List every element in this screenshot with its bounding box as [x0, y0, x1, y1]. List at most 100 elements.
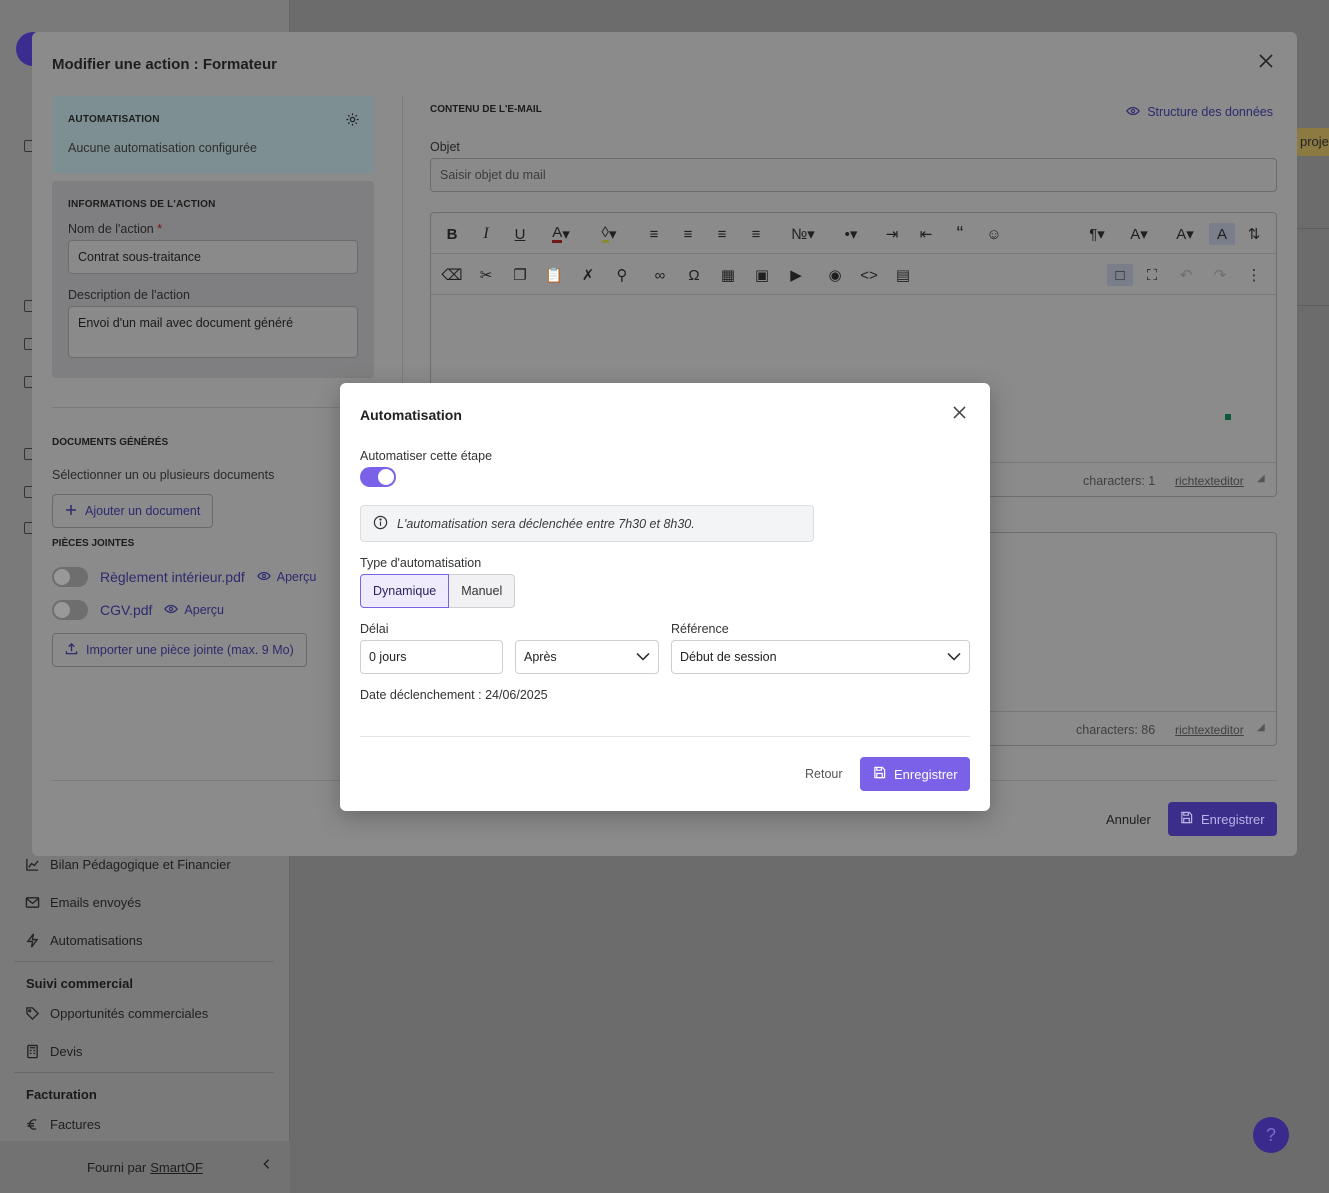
cancel-button[interactable]: Annuler — [1106, 812, 1151, 827]
line-height-icon[interactable]: ⇅ — [1243, 223, 1265, 245]
back-button[interactable]: Retour — [805, 767, 843, 781]
chevron-down-icon — [636, 650, 650, 664]
fullscreen-icon[interactable]: ⛶ — [1141, 264, 1163, 286]
code-icon[interactable]: <> — [858, 264, 880, 286]
sidebar-item-label: Automatisations — [50, 932, 143, 948]
emoji-icon[interactable]: ☺ — [983, 223, 1005, 245]
align-center-icon[interactable]: ≡ — [677, 223, 699, 245]
mail-icon — [24, 894, 40, 910]
attachment-toggle[interactable] — [52, 567, 88, 587]
editor-brand-link[interactable]: richtexteditor — [1175, 474, 1244, 488]
video-icon[interactable]: ▶ — [785, 264, 807, 286]
automate-toggle[interactable] — [360, 467, 396, 487]
align-right-icon[interactable]: ≡ — [711, 223, 733, 245]
ai-text-icon[interactable]: A — [1209, 223, 1235, 245]
add-document-button[interactable]: Ajouter un document — [52, 494, 214, 528]
bold-icon[interactable]: B — [441, 223, 463, 245]
bullet-list-icon[interactable]: •▾ — [833, 223, 869, 245]
brand-link[interactable]: SmartOF — [150, 1160, 203, 1175]
redo-icon[interactable]: ↷ — [1209, 264, 1231, 286]
paste-icon[interactable]: 📋 — [543, 264, 565, 286]
delay-input[interactable]: 0 jours — [360, 640, 503, 674]
subject-input[interactable]: Saisir objet du mail — [430, 158, 1277, 192]
editor-toolbar: ⌫ ✂ ❐ 📋 ✗ ⚲ ∞ Ω ▦ ▣ ▶ ◉ <> ▤ □ ⛶ ↶ ↷ ⋮ — [431, 254, 1276, 295]
automation-status: Aucune automatisation configurée — [68, 141, 258, 155]
preview-link[interactable]: Aperçu — [164, 603, 224, 617]
select-all-icon[interactable]: ▤ — [892, 264, 914, 286]
attachment-name[interactable]: CGV.pdf — [100, 602, 152, 618]
divider — [14, 1072, 274, 1073]
font-size-icon[interactable]: A▾ — [1121, 223, 1157, 245]
more-icon[interactable]: ⋮ — [1243, 264, 1265, 286]
sidebar-footer: Fourni par SmartOF — [0, 1141, 290, 1193]
resize-handle-icon[interactable]: ◢ — [1257, 473, 1265, 484]
sidebar-item-label: Factures — [50, 1116, 101, 1132]
italic-icon[interactable]: I — [475, 223, 497, 245]
sidebar-item-invoices[interactable]: Factures — [24, 1116, 101, 1132]
align-justify-icon[interactable]: ≡ — [745, 223, 767, 245]
automation-panel: AUTOMATISATION Aucune automatisation con… — [52, 96, 374, 173]
block-select-icon[interactable]: □ — [1107, 264, 1133, 286]
cut-icon[interactable]: ✂ — [475, 264, 497, 286]
tag-icon — [24, 1005, 40, 1021]
type-option-manual[interactable]: Manuel — [449, 574, 516, 608]
image-icon[interactable]: ▣ — [751, 264, 773, 286]
search-icon[interactable]: ⚲ — [611, 264, 633, 286]
preview-icon[interactable]: ◉ — [824, 264, 846, 286]
save-icon — [873, 766, 886, 782]
documents-heading: DOCUMENTS GÉNÉRÉS — [52, 437, 169, 448]
indent-icon[interactable]: ⇥ — [881, 223, 903, 245]
close-icon[interactable] — [1259, 54, 1273, 71]
font-color-icon[interactable]: A ▾ — [543, 223, 579, 245]
sidebar-item-bpf[interactable]: Bilan Pédagogique et Financier — [24, 856, 231, 872]
type-option-dynamic[interactable]: Dynamique — [360, 574, 450, 608]
trigger-date: Date déclenchement : 24/06/2025 — [360, 688, 548, 702]
eye-icon — [1126, 105, 1141, 119]
resize-handle-icon[interactable]: ◢ — [1257, 722, 1265, 733]
data-structure-link[interactable]: Structure des données — [1126, 105, 1273, 119]
editor-brand-link[interactable]: richtexteditor — [1175, 723, 1244, 737]
close-icon[interactable] — [953, 406, 966, 422]
special-char-icon[interactable]: Ω — [683, 264, 705, 286]
attachment-name[interactable]: Règlement intérieur.pdf — [100, 569, 245, 585]
undo-icon[interactable]: ↶ — [1175, 264, 1197, 286]
table-icon[interactable]: ▦ — [717, 264, 739, 286]
sidebar-item-opportunities[interactable]: Opportunités commerciales — [24, 1005, 208, 1021]
chevron-left-icon[interactable] — [260, 1157, 274, 1174]
help-button[interactable]: ? — [1253, 1117, 1289, 1153]
quote-icon[interactable]: “ — [949, 223, 971, 245]
panel-heading: AUTOMATISATION — [68, 114, 160, 125]
email-heading: CONTENU DE L'E-MAIL — [430, 104, 542, 115]
reference-select[interactable]: Début de session — [671, 640, 970, 674]
clear-format-icon[interactable]: ✗ — [577, 264, 599, 286]
link-icon[interactable]: ∞ — [649, 264, 671, 286]
sidebar-item-label: Emails envoyés — [50, 894, 142, 910]
action-description-input[interactable]: Envoi d'un mail avec document généré — [68, 306, 358, 358]
subject-label: Objet — [430, 140, 460, 154]
info-text: L'automatisation sera déclenchée entre 7… — [397, 516, 695, 531]
gear-icon[interactable] — [345, 112, 360, 130]
align-left-icon[interactable]: ≡ — [643, 223, 665, 245]
copy-icon[interactable]: ❐ — [509, 264, 531, 286]
save-button[interactable]: Enregistrer — [1168, 802, 1277, 836]
description-label: Description de l'action — [68, 288, 190, 302]
outdent-icon[interactable]: ⇤ — [915, 223, 937, 245]
highlight-icon[interactable]: ◊ ▾ — [591, 223, 627, 245]
sidebar-item-emails[interactable]: Emails envoyés — [24, 894, 141, 910]
eye-icon — [164, 603, 179, 617]
paragraph-icon[interactable]: ¶▾ — [1079, 223, 1115, 245]
import-attachment-button[interactable]: Importer une pièce jointe (max. 9 Mo) — [52, 633, 307, 667]
text-style-icon[interactable]: A▾ — [1167, 223, 1203, 245]
bolt-icon — [24, 932, 40, 948]
eraser-icon[interactable]: ⌫ — [441, 264, 463, 286]
save-button[interactable]: Enregistrer — [860, 757, 970, 791]
underline-icon[interactable]: U — [509, 223, 531, 245]
type-label: Type d'automatisation — [360, 556, 482, 570]
sidebar-item-quotes[interactable]: Devis — [24, 1043, 83, 1059]
action-name-input[interactable]: Contrat sous-traitance — [68, 240, 358, 274]
ordered-list-icon[interactable]: №▾ — [785, 223, 821, 245]
sidebar-item-automations[interactable]: Automatisations — [24, 932, 143, 948]
delay-direction-select[interactable]: Après — [515, 640, 659, 674]
attachment-toggle[interactable] — [52, 600, 88, 620]
preview-link[interactable]: Aperçu — [256, 570, 316, 584]
